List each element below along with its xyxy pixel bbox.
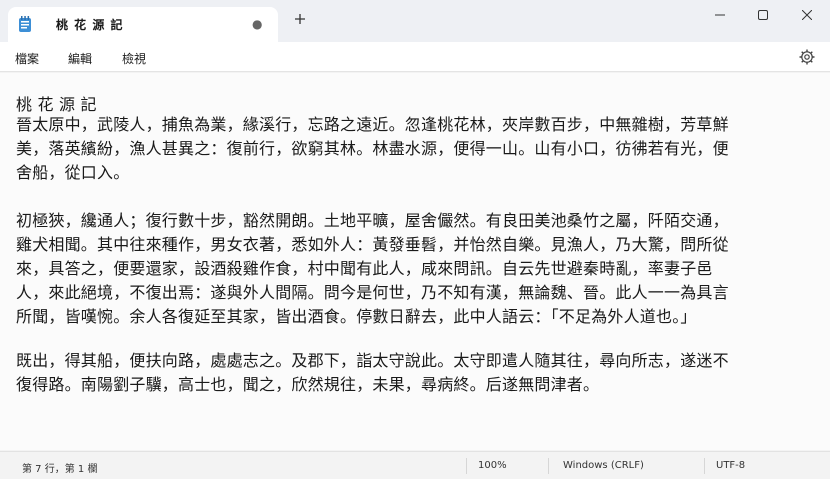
tab-title: 桃 花 源 記: [56, 18, 124, 32]
unsaved-indicator[interactable]: ●: [252, 17, 262, 31]
zoom-level[interactable]: 100%: [478, 460, 507, 471]
text-line: 舍船，從口入。: [16, 163, 130, 182]
notepad-icon: [18, 16, 32, 33]
menu-view[interactable]: 檢視: [122, 50, 146, 67]
close-icon[interactable]: [792, 4, 822, 26]
menu-edit[interactable]: 編輯: [68, 50, 92, 67]
document-tab[interactable]: 桃 花 源 記 ●: [8, 7, 278, 42]
status-divider: [548, 458, 549, 474]
status-bar: 第 7 行，第 1 欄 100% Windows (CRLF) UTF-8: [0, 451, 830, 479]
status-divider: [466, 458, 467, 474]
plus-icon[interactable]: [290, 10, 310, 30]
text-line: 美，落英繽紛，漁人甚異之：復前行，欲窮其林。林盡水源，便得一山。山有小口，彷彿若…: [16, 139, 729, 158]
title-bar: 桃 花 源 記 ●: [0, 0, 830, 42]
status-divider: [704, 458, 705, 474]
line-ending[interactable]: Windows (CRLF): [563, 460, 644, 471]
gear-icon[interactable]: [798, 48, 816, 66]
encoding[interactable]: UTF-8: [716, 460, 745, 471]
text-line: 初極狹，纔通人；復行數十步，豁然開朗。土地平曠，屋舍儼然。有良田美池桑竹之屬，阡…: [16, 211, 729, 230]
menu-file[interactable]: 檔案: [15, 50, 39, 67]
maximize-icon[interactable]: [748, 4, 778, 26]
menu-bar: 檔案 編輯 檢視: [0, 42, 830, 72]
text-editor[interactable]: 桃 花 源 記 晉太原中，武陵人，捕魚為業，緣溪行，忘路之遠近。忽逢桃花林，夾岸…: [0, 73, 830, 450]
text-line: 既出，得其船，便扶向路，處處志之。及郡下，詣太守說此。太守即遣人隨其往，尋向所志…: [16, 351, 729, 370]
text-line: 來，具答之，便要還家，設酒殺雞作食，村中聞有此人，咸來問訊。自云先世避秦時亂，率…: [16, 259, 713, 278]
text-line: 晉太原中，武陵人，捕魚為業，緣溪行，忘路之遠近。忽逢桃花林，夾岸數百步，中無雜樹…: [16, 115, 729, 134]
text-line: 雞犬相聞。其中往來種作，男女衣著，悉如外人：黃發垂髫，并怡然自樂。見漁人，乃大驚…: [16, 235, 729, 254]
text-line: 人，來此絕境，不復出焉：遂與外人間隔。問今是何世，乃不知有漢，無論魏、晉。此人一…: [16, 283, 729, 302]
text-line: 所聞，皆嘆惋。余人各復延至其家，皆出酒食。停數日辭去，此中人語云：「不足為外人道…: [16, 307, 697, 326]
minimize-icon[interactable]: [705, 4, 735, 26]
cursor-position[interactable]: 第 7 行，第 1 欄: [22, 460, 97, 475]
text-line: 復得路。南陽劉子驥，高士也，聞之，欣然規往，未果，尋病終。后遂無問津者。: [16, 375, 600, 394]
